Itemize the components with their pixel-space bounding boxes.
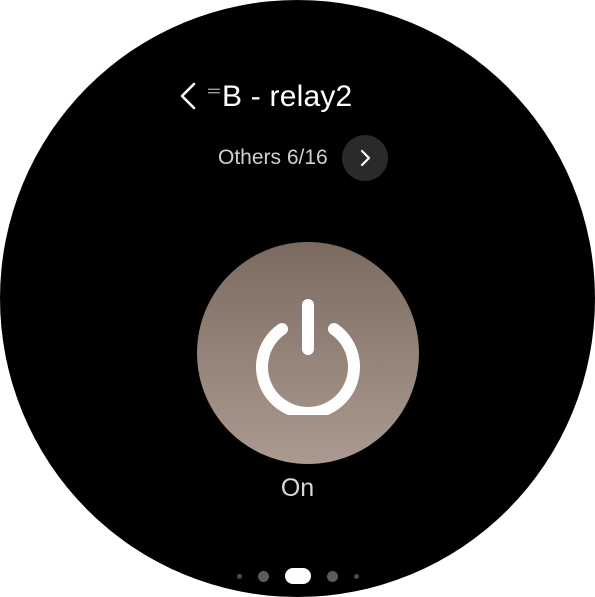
page-dot [257, 570, 269, 582]
power-icon [256, 299, 360, 415]
title-fade-glyph: ⁼ [206, 79, 223, 113]
category-label: Others 6/16 [218, 146, 328, 169]
header: ⁼B - relay2 [178, 74, 352, 118]
page-dot-active [284, 568, 311, 584]
title-label: B - relay2 [222, 79, 353, 113]
page-dot [326, 570, 338, 582]
chevron-left-icon [180, 82, 196, 110]
page-indicator [0, 566, 595, 586]
back-button[interactable] [178, 74, 206, 118]
device-state-label: On [280, 474, 315, 502]
power-toggle-button[interactable] [197, 242, 419, 464]
category-row: Others 6/16 [218, 135, 388, 181]
watch-screen: ⁼B - relay2 Others 6/16 On [0, 0, 595, 597]
chevron-right-icon [360, 149, 370, 167]
next-category-button[interactable] [341, 135, 388, 181]
page-title: ⁼B - relay2 [206, 79, 352, 114]
page-dot [236, 573, 242, 579]
page-dot [353, 573, 359, 579]
